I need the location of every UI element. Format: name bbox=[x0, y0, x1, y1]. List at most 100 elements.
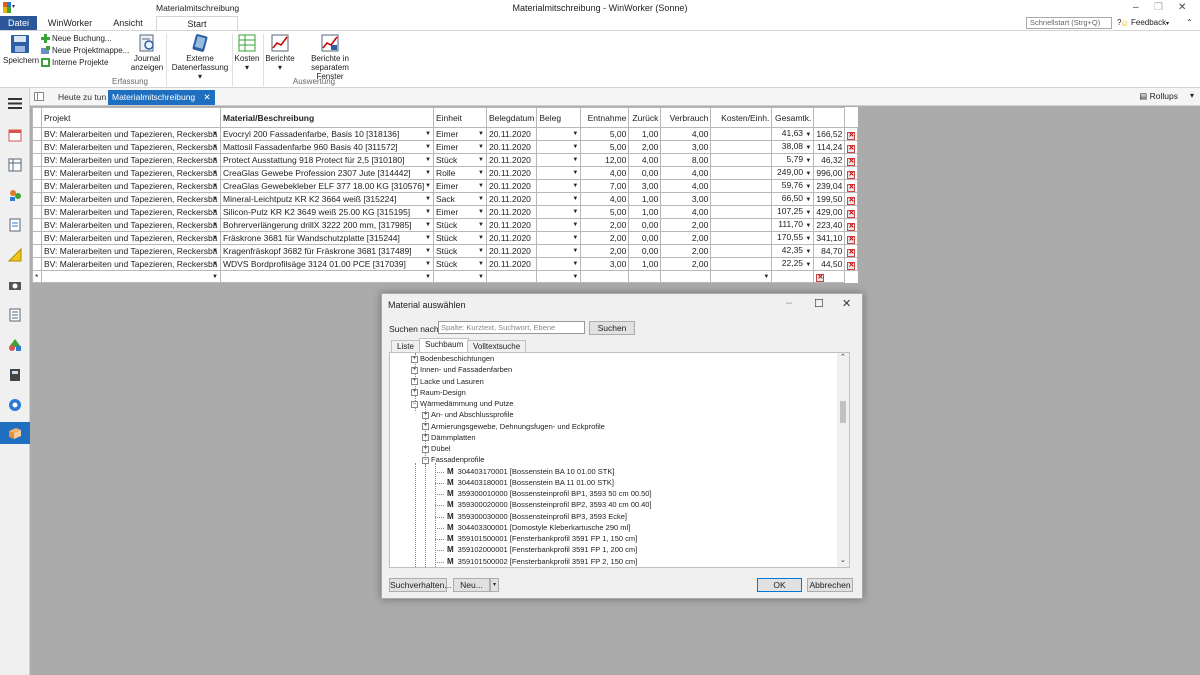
delete-row-cell[interactable]: ✕ bbox=[844, 244, 859, 258]
tab-winworker[interactable]: WinWorker bbox=[42, 16, 98, 30]
cell-consumption[interactable]: 4,00 bbox=[660, 179, 712, 193]
cell-cost-per-unit[interactable]: 249,00 ▼ bbox=[771, 166, 815, 180]
table-row[interactable]: ▼ BV: Malerarbeiten und Tapezieren, Recke… bbox=[32, 244, 859, 258]
tab-search-tree[interactable]: Suchbaum bbox=[419, 338, 470, 352]
chevron-down-icon[interactable]: ▼ bbox=[805, 223, 811, 229]
chevron-down-icon[interactable]: ▼ bbox=[425, 155, 431, 165]
cell-unit[interactable]: ▼ Stück bbox=[433, 218, 487, 232]
tab-material-log[interactable]: Materialmitschreibung ✕ bbox=[108, 90, 215, 105]
tab-list[interactable]: Liste bbox=[391, 340, 420, 352]
schedule-icon[interactable] bbox=[4, 154, 26, 176]
chevron-down-icon[interactable]: ▼ bbox=[425, 194, 431, 204]
cell-date[interactable]: 20.11.2020 bbox=[485, 166, 538, 180]
tree-leaf-material[interactable]: M 359102000001 [Fensterbankprofil 3591 FP… bbox=[447, 545, 637, 555]
expand-icon[interactable]: + bbox=[422, 423, 429, 431]
table-row[interactable]: ▼ BV: Malerarbeiten und Tapezieren, Recke… bbox=[32, 153, 859, 167]
settings-globe-icon[interactable] bbox=[4, 394, 26, 416]
column-header-consumption[interactable]: Verbrauch bbox=[660, 107, 712, 128]
cell-consumption[interactable]: 4,00 bbox=[660, 166, 712, 180]
chevron-down-icon[interactable]: ▼ bbox=[572, 259, 578, 269]
new-row-cell[interactable]: ▼ bbox=[220, 270, 434, 283]
chevron-down-icon[interactable]: ▼ bbox=[805, 184, 811, 190]
cell-withdrawal[interactable]: 2,00 bbox=[580, 231, 630, 245]
cell-material[interactable]: ▼ Fräskrone 3681 für Wandschutzplatte [31… bbox=[220, 231, 434, 245]
new-row-cell[interactable] bbox=[771, 270, 815, 283]
cell-material[interactable]: ▼ CreaGlas Gewebekleber ELF 377 18.00 KG … bbox=[220, 179, 434, 193]
cell-returned[interactable]: 0,00 bbox=[628, 218, 662, 232]
tree-leaf-material[interactable]: M 359300030000 [Bossensteinprofil BP3, 35… bbox=[447, 512, 627, 522]
chevron-down-icon[interactable]: ▼ bbox=[572, 233, 578, 243]
cell-withdrawal[interactable]: 7,00 bbox=[580, 179, 630, 193]
cell-date[interactable]: 20.11.2020 bbox=[485, 140, 538, 154]
search-input[interactable]: Spalte: Kurztext, Suchwort, Ebene bbox=[438, 321, 585, 334]
cell-date[interactable]: 20.11.2020 bbox=[485, 127, 538, 141]
tree-node[interactable]: + Dübel bbox=[422, 444, 451, 454]
cell-consumption[interactable]: 2,00 bbox=[660, 244, 712, 258]
tree-leaf-material[interactable]: M 359101500002 [Fensterbankprofil 3591 FP… bbox=[447, 557, 637, 567]
chevron-down-icon[interactable]: ▾ bbox=[1166, 20, 1169, 27]
chevron-down-icon[interactable]: ▼ bbox=[425, 142, 431, 152]
cell-document[interactable]: ▼ bbox=[536, 192, 582, 206]
cell-material[interactable]: ▼ Protect Ausstattung 918 Protect für 2,5… bbox=[220, 153, 434, 167]
cell-material[interactable]: ▼ Mattosil Fassadenfarbe 960 Basis 40 [31… bbox=[220, 140, 434, 154]
cell-unit[interactable]: ▼ Stück bbox=[433, 153, 487, 167]
tree-leaf-material[interactable]: M 304403300001 [Domostyle Kleberkartusche… bbox=[447, 523, 630, 533]
cell-material[interactable]: ▼ Mineral-Leichtputz KR K2 3664 weiß [315… bbox=[220, 192, 434, 206]
delete-row-cell[interactable]: ✕ bbox=[844, 140, 859, 154]
expand-icon[interactable]: + bbox=[411, 355, 418, 363]
table-row[interactable]: ▼ BV: Malerarbeiten und Tapezieren, Recke… bbox=[32, 231, 859, 245]
cell-document[interactable]: ▼ bbox=[536, 140, 582, 154]
cell-withdrawal[interactable]: 4,00 bbox=[580, 192, 630, 206]
scroll-up-icon[interactable]: ⌃ bbox=[840, 353, 846, 361]
cell-date[interactable]: 20.11.2020 bbox=[485, 231, 538, 245]
delete-row-cell[interactable]: ✕ bbox=[844, 166, 859, 180]
calculator-icon[interactable] bbox=[4, 364, 26, 386]
cell-withdrawal[interactable]: 2,00 bbox=[580, 244, 630, 258]
cell-unit[interactable]: ▼ Sack bbox=[433, 192, 487, 206]
document-icon[interactable] bbox=[4, 214, 26, 236]
expand-icon[interactable]: + bbox=[422, 434, 429, 442]
column-header-date[interactable]: Belegdatum bbox=[485, 107, 538, 128]
chevron-down-icon[interactable]: ▼ bbox=[425, 181, 431, 191]
new-button[interactable]: Neu... bbox=[453, 578, 490, 592]
cell-date[interactable]: 20.11.2020 bbox=[485, 257, 538, 271]
cell-project[interactable]: ▼ BV: Malerarbeiten und Tapezieren, Recke… bbox=[41, 231, 221, 245]
cell-material[interactable]: ▼ CreaGlas Gewebe Profession 2307 Jute [3… bbox=[220, 166, 434, 180]
delete-row-icon[interactable]: ✕ bbox=[847, 196, 856, 205]
delete-row-cell[interactable]: ✕ bbox=[844, 231, 859, 245]
save-button[interactable]: Speichern bbox=[3, 34, 39, 65]
tree-node[interactable]: + Raum-Design bbox=[411, 388, 466, 398]
row-selector[interactable] bbox=[32, 127, 42, 141]
new-row-cell[interactable]: ▼ bbox=[41, 270, 221, 283]
cell-unit[interactable]: ▼ Eimer bbox=[433, 205, 487, 219]
cell-project[interactable]: ▼ BV: Malerarbeiten und Tapezieren, Recke… bbox=[41, 140, 221, 154]
chevron-down-icon[interactable]: ▼ bbox=[572, 155, 578, 165]
minimize-icon[interactable]: – bbox=[786, 297, 792, 309]
delete-row-cell[interactable]: ✕ bbox=[844, 218, 859, 232]
table-row[interactable]: ▼ BV: Malerarbeiten und Tapezieren, Recke… bbox=[32, 179, 859, 193]
column-header-document[interactable]: Beleg bbox=[536, 107, 582, 128]
chevron-down-icon[interactable]: ▼ bbox=[805, 210, 811, 216]
cell-cost-per-unit[interactable]: 22,25 ▼ bbox=[771, 257, 815, 271]
chevron-down-icon[interactable]: ▼ bbox=[425, 129, 431, 139]
tab-file[interactable]: Datei bbox=[0, 16, 37, 30]
chevron-down-icon[interactable]: ▼ bbox=[478, 181, 484, 191]
reports-button[interactable]: Berichte ▾ bbox=[265, 34, 295, 72]
chevron-down-icon[interactable]: ▼ bbox=[805, 262, 811, 268]
rollups-button[interactable]: ▤ Rollups bbox=[1139, 91, 1178, 102]
delete-row-icon[interactable]: ✕ bbox=[816, 274, 825, 282]
tree-node[interactable]: + Bodenbeschichtungen bbox=[411, 354, 494, 364]
cell-project[interactable]: ▼ BV: Malerarbeiten und Tapezieren, Recke… bbox=[41, 257, 221, 271]
feedback-button[interactable]: Feedback bbox=[1131, 18, 1166, 27]
row-selector[interactable] bbox=[32, 192, 42, 206]
calendar-icon[interactable] bbox=[4, 124, 26, 146]
chevron-down-icon[interactable]: ▼ bbox=[572, 129, 578, 139]
cell-unit[interactable]: ▼ Stück bbox=[433, 257, 487, 271]
tab-today-todo[interactable]: Heute zu tun bbox=[54, 90, 110, 105]
tree-node[interactable]: + Armierungsgewebe, Dehnungsfugen- und Ec… bbox=[422, 422, 605, 432]
delete-row-icon[interactable]: ✕ bbox=[847, 183, 856, 192]
row-selector[interactable] bbox=[32, 218, 42, 232]
tree-node[interactable]: − Wärmedämmung und Putze bbox=[411, 399, 513, 409]
delete-row-icon[interactable]: ✕ bbox=[847, 261, 856, 270]
cell-cost-per-unit[interactable]: 66,50 ▼ bbox=[771, 192, 815, 206]
